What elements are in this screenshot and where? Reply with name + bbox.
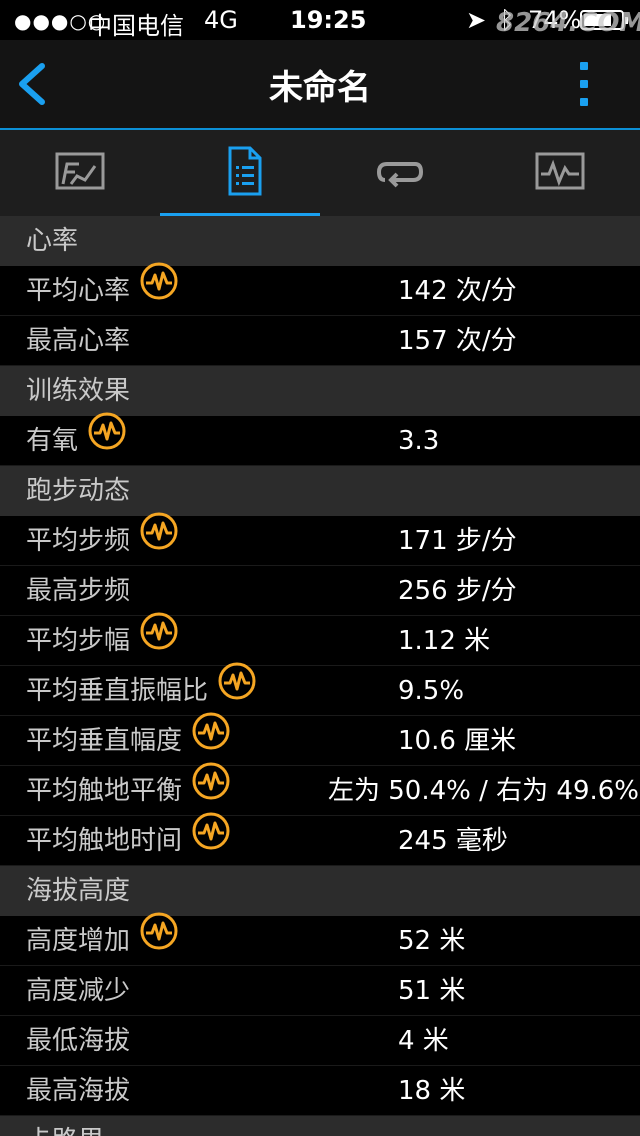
list-item: 最高心率 157 次/分: [0, 316, 640, 366]
list-item: 最高步频 256 步/分: [0, 566, 640, 616]
network-type: 4G: [204, 6, 238, 34]
row-label: 平均垂直幅度: [26, 726, 183, 756]
more-button[interactable]: [566, 58, 602, 112]
tab-summary[interactable]: [0, 130, 160, 216]
row-value: 10.6 厘米: [398, 726, 517, 756]
laps-loop-icon: [376, 162, 424, 188]
heart-rate-badge-icon: [140, 612, 178, 667]
charts-icon: [535, 152, 585, 190]
list-item: 高度增加 52 米: [0, 912, 640, 966]
row-label: 高度增加: [26, 926, 131, 956]
watermark: 8264.COM: [496, 8, 640, 38]
list-item: 平均垂直幅度 10.6 厘米: [0, 712, 640, 766]
details-list[interactable]: 心率 平均心率 142 次/分 最高心率 157 次/分 训练效果 有氧 3.3…: [0, 216, 640, 1136]
row-value: 3.3: [398, 426, 440, 456]
row-value: 18 米: [398, 1076, 466, 1106]
row-label: 平均心率: [26, 276, 131, 306]
list-item: 最低海拔 4 米: [0, 1016, 640, 1066]
section-header-elevation: 海拔高度: [0, 866, 640, 916]
heart-rate-badge-icon: [140, 512, 178, 567]
row-label: 平均触地平衡: [26, 776, 183, 806]
details-list-icon: [228, 146, 262, 196]
row-value: 157 次/分: [398, 326, 517, 356]
row-value: 256 步/分: [398, 576, 517, 606]
heart-rate-badge-icon: [140, 262, 178, 317]
list-item: 有氧 3.3: [0, 412, 640, 466]
page-title: 未命名: [269, 68, 371, 108]
heart-rate-badge-icon: [88, 412, 126, 467]
row-value: 171 步/分: [398, 526, 517, 556]
heart-rate-badge-icon: [192, 762, 230, 817]
list-item: 平均触地时间 245 毫秒: [0, 812, 640, 866]
location-arrow-icon: ➤: [466, 6, 487, 34]
section-header-calories: 卡路里: [0, 1116, 640, 1136]
heart-rate-badge-icon: [192, 812, 230, 867]
row-value: 51 米: [398, 976, 466, 1006]
activity-summary-icon: [55, 152, 105, 190]
row-label: 高度减少: [26, 976, 131, 1006]
row-label: 最低海拔: [26, 1026, 131, 1056]
list-item: 平均触地平衡 左为 50.4% / 右为 49.6%: [0, 762, 640, 816]
section-header-running-dynamics: 跑步动态: [0, 466, 640, 516]
carrier-name: 中国电信: [88, 12, 184, 40]
row-value: 4 米: [398, 1026, 449, 1056]
row-value: 52 米: [398, 926, 466, 956]
tab-charts[interactable]: [480, 130, 640, 216]
heart-rate-badge-icon: [192, 712, 230, 767]
row-label: 平均垂直振幅比: [26, 676, 209, 706]
row-label: 平均步幅: [26, 626, 131, 656]
row-value: 左为 50.4% / 右为 49.6%: [328, 776, 640, 806]
section-header-training-effect: 训练效果: [0, 366, 640, 416]
row-label: 最高心率: [26, 326, 131, 356]
row-label: 最高步频: [26, 576, 131, 606]
status-time: 19:25: [290, 6, 367, 34]
section-header-heart-rate: 心率: [0, 216, 640, 266]
row-value: 245 毫秒: [398, 826, 508, 856]
tab-bar: [0, 130, 640, 217]
row-value: 9.5%: [398, 676, 465, 706]
navigation-bar: 未命名: [0, 40, 640, 130]
tab-laps[interactable]: [320, 130, 480, 216]
list-item: 最高海拔 18 米: [0, 1066, 640, 1116]
tab-details[interactable]: [160, 130, 320, 216]
list-item: 平均步频 171 步/分: [0, 512, 640, 566]
list-item: 平均步幅 1.12 米: [0, 612, 640, 666]
list-item: 平均垂直振幅比 9.5%: [0, 662, 640, 716]
row-label: 平均步频: [26, 526, 131, 556]
row-label: 有氧: [26, 426, 79, 456]
status-bar: ●●●○○ 中国电信 4G 19:25 ➤ ᛒ 74% 8264.COM: [0, 0, 640, 40]
list-item: 平均心率 142 次/分: [0, 262, 640, 316]
row-value: 142 次/分: [398, 276, 517, 306]
row-label: 最高海拔: [26, 1076, 131, 1106]
row-value: 1.12 米: [398, 626, 491, 656]
heart-rate-badge-icon: [218, 662, 256, 717]
heart-rate-badge-icon: [140, 912, 178, 967]
row-label: 平均触地时间: [26, 826, 183, 856]
list-item: 高度减少 51 米: [0, 966, 640, 1016]
